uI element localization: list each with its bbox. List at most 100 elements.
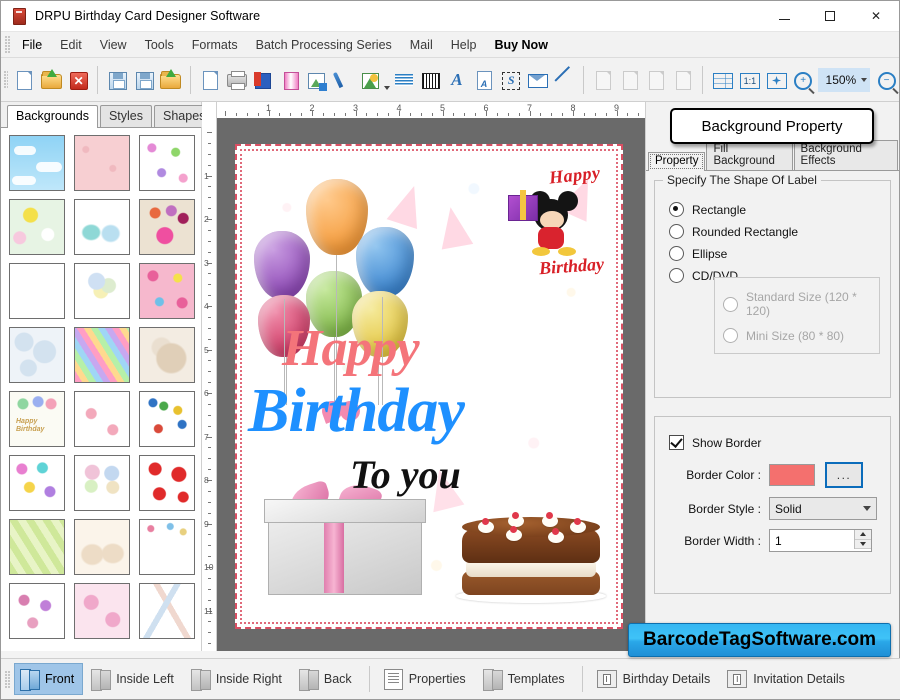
radio-rounded-rectangle[interactable]: Rounded Rectangle bbox=[669, 224, 880, 239]
grid-icon[interactable] bbox=[710, 64, 735, 96]
background-thumbnail[interactable] bbox=[9, 583, 65, 639]
cut-icon[interactable] bbox=[591, 64, 616, 96]
bottom-item-birthday-details[interactable]: I Birthday Details bbox=[591, 663, 720, 695]
print-icon[interactable] bbox=[224, 64, 249, 96]
background-thumbnail[interactable] bbox=[139, 327, 195, 383]
tab-fill-background[interactable]: Fill Background bbox=[706, 140, 793, 170]
menu-item-buy-now[interactable]: Buy Now bbox=[485, 35, 556, 55]
card-stack-icon[interactable] bbox=[251, 64, 276, 96]
background-thumbnail[interactable]: Happy Birthday bbox=[9, 391, 65, 447]
border-color-browse-button[interactable]: ... bbox=[825, 462, 863, 488]
menu-item-batch-processing-series[interactable]: Batch Processing Series bbox=[247, 35, 401, 55]
text-italic-icon[interactable]: A bbox=[445, 64, 470, 96]
show-border-checkbox[interactable] bbox=[669, 435, 684, 450]
background-thumbnail[interactable] bbox=[139, 135, 195, 191]
background-thumbnail[interactable] bbox=[9, 455, 65, 511]
gift-icon[interactable] bbox=[277, 64, 302, 96]
bottom-item-front[interactable]: Front bbox=[14, 663, 84, 695]
spin-up-icon[interactable] bbox=[855, 530, 871, 540]
export-folder-icon[interactable] bbox=[158, 64, 183, 96]
background-thumbnail[interactable] bbox=[9, 135, 65, 191]
background-thumbnail[interactable] bbox=[74, 135, 130, 191]
show-border-row[interactable]: Show Border bbox=[669, 435, 880, 450]
card-text-happy[interactable]: Happy bbox=[282, 319, 420, 378]
border-width-spin-buttons[interactable] bbox=[854, 530, 871, 549]
maximize-button[interactable] bbox=[807, 1, 853, 31]
spin-down-icon[interactable] bbox=[855, 539, 871, 549]
background-thumbnail[interactable] bbox=[74, 519, 130, 575]
line-icon[interactable] bbox=[551, 64, 576, 96]
open-folder-icon[interactable] bbox=[39, 64, 64, 96]
zoom-out-icon[interactable]: − bbox=[873, 64, 898, 96]
new-document-icon[interactable] bbox=[12, 64, 37, 96]
add-image-icon[interactable] bbox=[304, 64, 329, 96]
radio-ellipse[interactable]: Ellipse bbox=[669, 246, 880, 261]
close-button[interactable]: ✕ bbox=[853, 1, 899, 31]
delete-icon[interactable] bbox=[671, 64, 696, 96]
minimize-button[interactable] bbox=[761, 1, 807, 31]
radio-rectangle-icon[interactable] bbox=[669, 202, 684, 217]
radio-rounded-rectangle-icon[interactable] bbox=[669, 224, 684, 239]
menu-item-formats[interactable]: Formats bbox=[183, 35, 247, 55]
card-canvas[interactable]: Happy Birthday Happy Birthday To you bbox=[240, 149, 618, 624]
canvas-viewport[interactable]: Happy Birthday Happy Birthday To you bbox=[217, 118, 645, 651]
chevron-down-icon[interactable] bbox=[863, 506, 871, 511]
page-setup-icon[interactable] bbox=[198, 64, 223, 96]
menu-item-file[interactable]: File bbox=[13, 35, 51, 55]
save-as-icon[interactable] bbox=[131, 64, 156, 96]
background-thumbnail[interactable] bbox=[74, 263, 130, 319]
close-document-icon[interactable]: ✕ bbox=[65, 64, 90, 96]
border-width-stepper[interactable]: 1 bbox=[769, 529, 872, 552]
bottom-item-inside-right[interactable]: Inside Right bbox=[185, 663, 291, 695]
background-thumbnail[interactable] bbox=[139, 263, 195, 319]
picture-icon[interactable] bbox=[357, 64, 382, 96]
background-thumbnail[interactable] bbox=[74, 583, 130, 639]
border-color-swatch[interactable] bbox=[769, 464, 815, 486]
background-thumbnail[interactable] bbox=[139, 519, 195, 575]
background-thumbnail[interactable] bbox=[139, 391, 195, 447]
greeting-card[interactable]: Happy Birthday Happy Birthday To you bbox=[235, 144, 623, 629]
barcode-icon[interactable] bbox=[418, 64, 443, 96]
card-text-birthday[interactable]: Birthday bbox=[248, 376, 465, 447]
background-thumbnail[interactable] bbox=[9, 263, 65, 319]
fit-to-window-icon[interactable] bbox=[763, 64, 788, 96]
tab-property[interactable]: Property bbox=[648, 152, 706, 171]
paste-icon[interactable] bbox=[644, 64, 669, 96]
pen-icon[interactable] bbox=[331, 64, 356, 96]
zoom-in-icon[interactable]: + bbox=[790, 64, 815, 96]
background-thumbnail[interactable] bbox=[9, 519, 65, 575]
radio-ellipse-icon[interactable] bbox=[669, 246, 684, 261]
bottom-item-invitation-details[interactable]: I Invitation Details bbox=[721, 663, 854, 695]
background-thumbnail[interactable] bbox=[9, 327, 65, 383]
bottom-item-back[interactable]: Back bbox=[293, 663, 361, 695]
menu-item-tools[interactable]: Tools bbox=[136, 35, 183, 55]
radio-cd-dvd-icon[interactable] bbox=[669, 268, 684, 283]
tab-backgrounds[interactable]: Backgrounds bbox=[7, 105, 98, 128]
bottom-item-templates[interactable]: Templates bbox=[477, 663, 574, 695]
envelope-icon[interactable] bbox=[524, 64, 549, 96]
background-thumbnail[interactable] bbox=[74, 455, 130, 511]
menu-item-help[interactable]: Help bbox=[442, 35, 486, 55]
tab-background-effects[interactable]: Background Effects bbox=[793, 140, 898, 170]
bottom-item-inside-left[interactable]: Inside Left bbox=[85, 663, 183, 695]
watermark-icon[interactable] bbox=[391, 64, 416, 96]
zoom-dropdown-caret-icon[interactable] bbox=[861, 77, 868, 82]
vertical-ruler[interactable]: 1 2 3 4 5 6 7 8 9 10 11 bbox=[202, 118, 217, 651]
save-icon[interactable] bbox=[105, 64, 130, 96]
text-page-icon[interactable]: A bbox=[471, 64, 496, 96]
radio-rectangle[interactable]: Rectangle bbox=[669, 202, 880, 217]
card-text-to-you[interactable]: To you bbox=[350, 451, 461, 498]
border-style-select[interactable]: Solid bbox=[769, 497, 877, 520]
picture-dropdown-caret-icon[interactable] bbox=[383, 60, 390, 99]
actual-size-icon[interactable]: 1:1 bbox=[737, 64, 762, 96]
background-thumbnail[interactable] bbox=[139, 583, 195, 639]
tab-styles[interactable]: Styles bbox=[99, 105, 153, 127]
background-thumbnail[interactable] bbox=[74, 199, 130, 255]
signature-icon[interactable]: S bbox=[498, 64, 523, 96]
background-thumbnail[interactable] bbox=[139, 455, 195, 511]
horizontal-ruler[interactable]: 1 2 3 4 5 6 7 8 9 bbox=[217, 102, 645, 119]
menu-item-edit[interactable]: Edit bbox=[51, 35, 91, 55]
zoom-level-combo[interactable]: 150% bbox=[817, 67, 871, 92]
background-thumbnail[interactable] bbox=[74, 327, 130, 383]
background-thumbnail[interactable] bbox=[9, 199, 65, 255]
